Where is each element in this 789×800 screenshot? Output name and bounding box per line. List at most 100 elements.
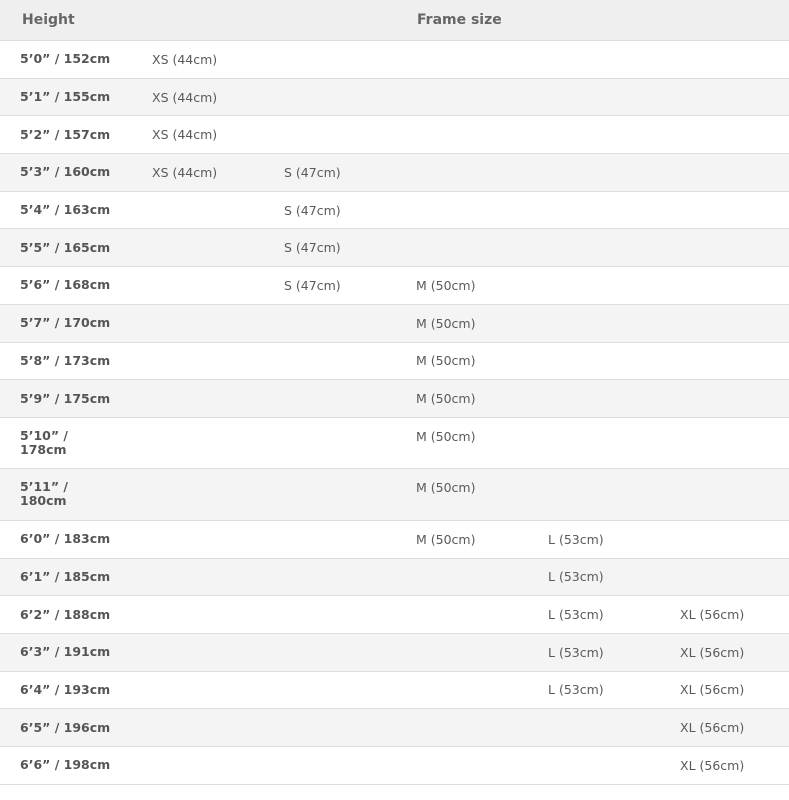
height-label: 6’6” / 198cm — [20, 757, 111, 773]
frame-size-cell — [396, 596, 528, 634]
frame-size-cell: S (47cm) — [284, 164, 341, 180]
frame-size-cell — [264, 671, 396, 709]
frame-size-cell — [660, 267, 789, 305]
height-cell: 5’11” /180cm — [0, 469, 132, 521]
frame-size-cell: XS (44cm) — [152, 164, 218, 180]
frame-size-cell — [132, 596, 264, 634]
height-cell: 5’8” / 173cm — [0, 342, 132, 380]
table-header-row: Height Frame size — [0, 0, 789, 41]
frame-size-cell: S (47cm) — [284, 277, 341, 293]
height-label: 5’9” / 175cm — [20, 390, 111, 406]
frame-size-cell — [264, 633, 396, 671]
frame-size-cell — [660, 191, 789, 229]
frame-size-cell — [264, 78, 396, 116]
frame-size-cell — [660, 154, 789, 192]
frame-size-cell: M (50cm) — [416, 391, 476, 407]
height-label: 5’1” / 155cm — [20, 89, 111, 105]
height-cell: 5’0” / 152cm — [0, 41, 132, 79]
frame-size-cell: L (53cm) — [548, 569, 604, 585]
frame-size-cell — [660, 380, 789, 418]
height-label: 6’4” / 193cm — [20, 681, 111, 697]
frame-size-cell: M (50cm) — [416, 531, 476, 547]
height-cell: 6’3” / 191cm — [0, 633, 132, 671]
frame-size-cell — [660, 78, 789, 116]
height-label: 5’3” / 160cm — [20, 164, 111, 180]
frame-size-cell: L (53cm) — [548, 682, 604, 698]
frame-size-cell — [528, 267, 660, 305]
frame-size-cell — [660, 229, 789, 267]
height-label: 6’5” / 196cm — [20, 719, 111, 735]
frame-size-cell — [528, 116, 660, 154]
frame-size-cell: M (50cm) — [416, 315, 476, 331]
frame-size-cell — [396, 154, 528, 192]
frame-size-cell — [264, 342, 396, 380]
height-label-cm: 180cm — [20, 493, 67, 509]
frame-size-cell — [660, 41, 789, 79]
frame-size-cell — [660, 520, 789, 558]
frame-size-cell — [396, 116, 528, 154]
frame-size-cell: L (53cm) — [548, 644, 604, 660]
frame-size-cell — [660, 417, 789, 469]
frame-size-cell — [132, 469, 264, 521]
height-label: 6’0” / 183cm — [20, 531, 111, 547]
height-label: 5’11” / — [20, 479, 68, 495]
frame-size-cell: M (50cm) — [416, 480, 476, 496]
height-label: 5’0” / 152cm — [20, 51, 111, 67]
frame-size-cell — [528, 78, 660, 116]
table-row: 6’6” / 198cm XL (56cm) — [0, 746, 789, 785]
frame-size-cell — [132, 380, 264, 418]
frame-size-cell — [660, 558, 789, 596]
frame-size-cell — [396, 41, 528, 79]
frame-size-cell: XS (44cm) — [152, 51, 218, 67]
frame-size-cell — [660, 342, 789, 380]
height-cell: 5’9” / 175cm — [0, 380, 132, 418]
height-label: 5’4” / 163cm — [20, 202, 111, 218]
table-row: 5’11” /180cm M (50cm) — [0, 468, 789, 521]
frame-size-cell — [528, 342, 660, 380]
frame-size-cell: XL (56cm) — [680, 682, 745, 698]
header-frame-size: Frame size — [396, 0, 789, 41]
height-cell: 5’10” /178cm — [0, 417, 132, 469]
height-cell: 5’1” / 155cm — [0, 78, 132, 116]
table-row: 5’8” / 173cm M (50cm) — [0, 342, 789, 380]
header-height: Height — [0, 0, 132, 41]
frame-size-cell — [396, 709, 528, 747]
frame-size-cell — [396, 191, 528, 229]
frame-size-cell — [528, 380, 660, 418]
table-row: 5’2” / 157cm XS (44cm) — [0, 115, 789, 154]
height-cell: 5’4” / 163cm — [0, 191, 132, 229]
frame-size-cell: XS (44cm) — [152, 127, 218, 143]
height-cell: 6’6” / 198cm — [0, 747, 132, 785]
frame-size-cell — [264, 417, 396, 469]
frame-size-cell: M (50cm) — [416, 277, 476, 293]
table-row: 6’4” / 193cm L (53cm) XL (56cm) — [0, 671, 789, 709]
frame-size-cell — [264, 747, 396, 785]
frame-size-cell — [132, 304, 264, 342]
frame-size-cell — [264, 558, 396, 596]
frame-size-cell — [528, 469, 660, 521]
height-cell: 5’7” / 170cm — [0, 304, 132, 342]
frame-size-cell — [132, 520, 264, 558]
frame-size-cell — [396, 633, 528, 671]
frame-size-cell: XL (56cm) — [680, 757, 745, 773]
frame-size-cell — [396, 747, 528, 785]
height-cell: 5’6” / 168cm — [0, 267, 132, 305]
table-row: 5’9” / 175cm M (50cm) — [0, 379, 789, 418]
frame-size-cell — [132, 671, 264, 709]
table-row: 5’4” / 163cm S (47cm) — [0, 191, 789, 229]
frame-size-cell — [528, 191, 660, 229]
height-cell: 6’5” / 196cm — [0, 709, 132, 747]
table-row: 6’1” / 185cm L (53cm) — [0, 558, 789, 596]
height-cell: 5’2” / 157cm — [0, 116, 132, 154]
frame-size-cell — [132, 229, 264, 267]
table-row: 5’5” / 165cm S (47cm) — [0, 228, 789, 267]
frame-size-cell — [132, 558, 264, 596]
table-row: 5’10” /178cm M (50cm) — [0, 417, 789, 469]
header-spacer — [264, 0, 396, 41]
frame-size-cell — [132, 267, 264, 305]
frame-size-cell — [396, 558, 528, 596]
frame-size-cell: XL (56cm) — [680, 720, 745, 736]
frame-size-cell — [528, 747, 660, 785]
frame-size-cell: M (50cm) — [416, 428, 476, 444]
frame-size-cell: XL (56cm) — [680, 607, 745, 623]
